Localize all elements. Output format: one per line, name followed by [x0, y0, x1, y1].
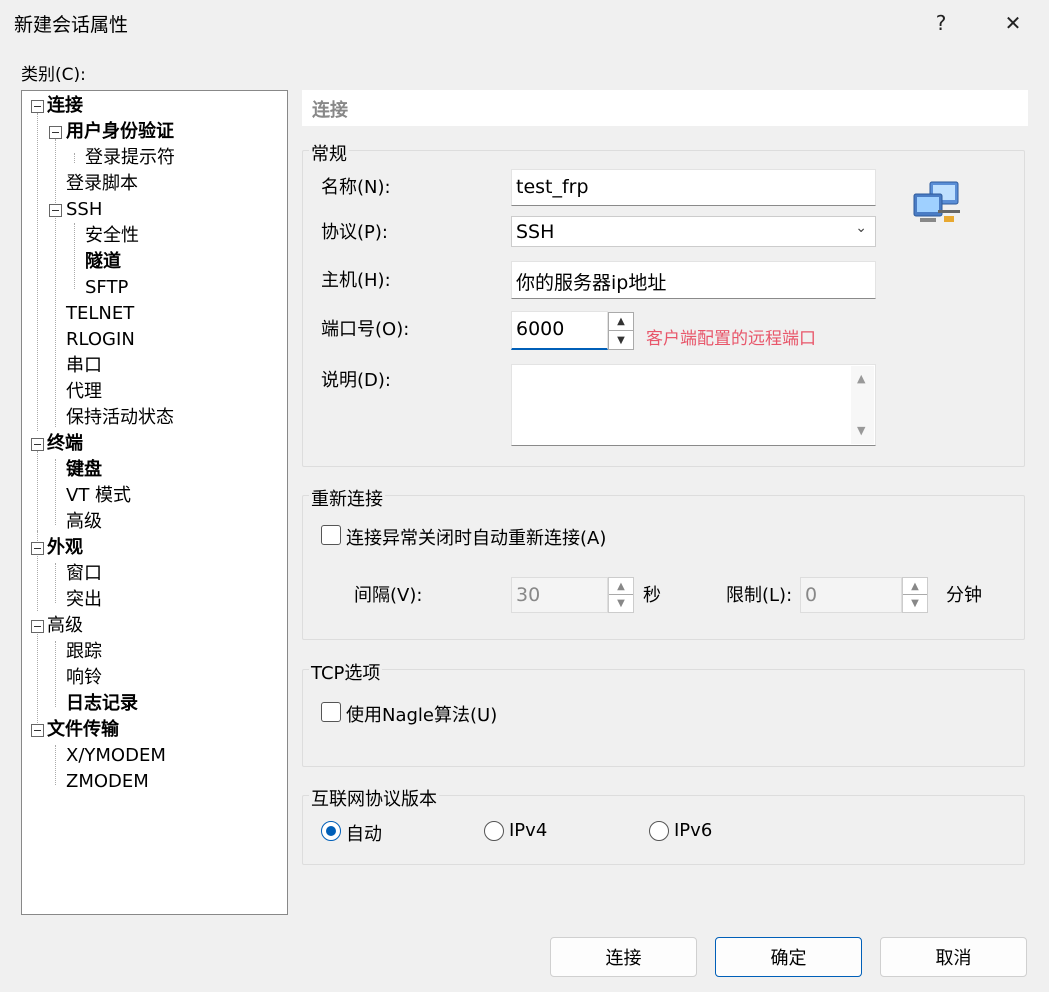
tree-item-zmodem[interactable]: ZMODEM — [66, 770, 149, 794]
ip-auto-label: 自动 — [346, 824, 382, 845]
description-input[interactable] — [511, 364, 876, 446]
tree-item-user-auth[interactable]: 用户身份验证 — [66, 120, 174, 144]
interval-label: 间隔(V): — [354, 585, 423, 606]
description-label: 说明(D): — [321, 370, 391, 391]
spin-down-icon[interactable]: ▼ — [903, 595, 927, 612]
name-label: 名称(N): — [321, 177, 391, 198]
ipv6-label: IPv6 — [674, 820, 713, 841]
tree-item-telnet[interactable]: TELNET — [66, 302, 134, 326]
scroll-down-icon[interactable]: ▼ — [857, 424, 865, 437]
port-annotation: 客户端配置的远程端口 — [646, 329, 816, 349]
auto-reconnect-checkbox[interactable] — [321, 525, 341, 545]
limit-unit: 分钟 — [946, 585, 982, 606]
name-input[interactable]: test_frp — [511, 169, 876, 206]
host-input[interactable]: 你的服务器ip地址 — [511, 261, 876, 299]
tree-item-window[interactable]: 窗口 — [66, 562, 102, 586]
scroll-up-icon[interactable]: ▲ — [857, 372, 865, 385]
ip-auto-radio[interactable] — [321, 821, 341, 841]
network-computers-icon — [913, 181, 960, 222]
collapse-connection-icon[interactable] — [31, 100, 44, 113]
tree-item-logging[interactable]: 日志记录 — [66, 692, 138, 716]
tree-item-terminal[interactable]: 终端 — [47, 432, 83, 456]
tree-item-xymodem[interactable]: X/YMODEM — [66, 744, 166, 768]
auto-reconnect-label: 连接异常关闭时自动重新连接(A) — [346, 528, 607, 549]
reconnect-group-title: 重新连接 — [309, 485, 385, 511]
tree-item-vt-mode[interactable]: VT 模式 — [66, 484, 131, 508]
close-button[interactable]: ✕ — [978, 0, 1048, 46]
limit-spinner[interactable]: ▲ ▼ — [902, 577, 928, 613]
connect-button[interactable]: 连接 — [550, 937, 697, 977]
tree-item-connection[interactable]: 连接 — [47, 94, 83, 118]
spin-up-icon[interactable]: ▲ — [609, 578, 633, 595]
tree-item-tunnel[interactable]: 隧道 — [85, 250, 121, 274]
category-label: 类别(C): — [21, 65, 86, 85]
collapse-user-auth-icon[interactable] — [49, 126, 62, 139]
general-group-title: 常规 — [309, 140, 349, 166]
tree-item-highlight[interactable]: 突出 — [66, 588, 102, 612]
tree-item-sftp[interactable]: SFTP — [85, 276, 128, 300]
nagle-checkbox[interactable] — [321, 702, 341, 722]
window-title: 新建会话属性 — [14, 14, 129, 36]
tree-item-rlogin[interactable]: RLOGIN — [66, 328, 135, 352]
ipv4-radio[interactable] — [484, 821, 504, 841]
reconnect-group — [302, 495, 1025, 640]
cancel-button[interactable]: 取消 — [880, 937, 1027, 977]
spin-down-icon[interactable]: ▼ — [609, 595, 633, 612]
tree-item-proxy[interactable]: 代理 — [66, 380, 102, 404]
tree-item-appearance[interactable]: 外观 — [47, 536, 83, 560]
tree-item-file-transfer[interactable]: 文件传输 — [47, 718, 119, 742]
tree-item-ssh[interactable]: SSH — [66, 198, 102, 222]
spin-up-icon[interactable]: ▲ — [903, 578, 927, 595]
description-scrollbar[interactable]: ▲ ▼ — [851, 366, 874, 444]
protocol-label: 协议(P): — [321, 222, 388, 243]
help-button[interactable]: ? — [906, 0, 976, 46]
ip-version-group-title: 互联网协议版本 — [309, 785, 439, 811]
collapse-ssh-icon[interactable] — [49, 204, 62, 217]
tree-item-login-prompt[interactable]: 登录提示符 — [85, 146, 175, 170]
ipv6-radio[interactable] — [649, 821, 669, 841]
tree-item-keepalive[interactable]: 保持活动状态 — [66, 406, 174, 430]
chevron-down-icon: ⌄ — [855, 220, 867, 236]
tree-item-trace[interactable]: 跟踪 — [66, 640, 102, 664]
tcp-group-title: TCP选项 — [309, 659, 383, 685]
spin-up-icon[interactable]: ▲ — [609, 313, 633, 331]
collapse-file-transfer-icon[interactable] — [31, 724, 44, 737]
nagle-label: 使用Nagle算法(U) — [346, 705, 498, 726]
protocol-value: SSH — [516, 221, 555, 243]
collapse-terminal-icon[interactable] — [31, 438, 44, 451]
ok-button[interactable]: 确定 — [715, 937, 862, 977]
tree-item-security[interactable]: 安全性 — [85, 224, 139, 248]
ipv4-label: IPv4 — [509, 820, 548, 841]
tree-item-serial[interactable]: 串口 — [66, 354, 102, 378]
protocol-select[interactable]: SSH ⌄ — [511, 216, 876, 247]
interval-spinner[interactable]: ▲ ▼ — [608, 577, 634, 613]
tree-item-login-script[interactable]: 登录脚本 — [66, 172, 138, 196]
port-spinner[interactable]: ▲ ▼ — [608, 312, 634, 350]
panel-header-title: 连接 — [312, 100, 348, 121]
limit-label: 限制(L): — [726, 585, 793, 606]
panel-header: 连接 — [302, 90, 1028, 126]
category-tree[interactable]: 连接 用户身份验证 登录提示符 登录脚本 SSH 安全性 隧道 SFTP TEL… — [21, 90, 288, 915]
spin-down-icon[interactable]: ▼ — [609, 331, 633, 349]
interval-input[interactable]: 30 — [511, 577, 608, 613]
tree-item-advanced-term[interactable]: 高级 — [66, 510, 102, 534]
host-label: 主机(H): — [321, 270, 391, 291]
limit-input[interactable]: 0 — [800, 577, 902, 613]
collapse-appearance-icon[interactable] — [31, 542, 44, 555]
interval-unit: 秒 — [643, 585, 661, 606]
tree-item-bell[interactable]: 响铃 — [66, 666, 102, 690]
tree-item-keyboard[interactable]: 键盘 — [66, 458, 102, 482]
collapse-advanced-icon[interactable] — [31, 620, 44, 633]
port-label: 端口号(O): — [321, 319, 410, 340]
port-input[interactable]: 6000 — [511, 311, 608, 350]
tree-item-advanced[interactable]: 高级 — [47, 614, 83, 638]
